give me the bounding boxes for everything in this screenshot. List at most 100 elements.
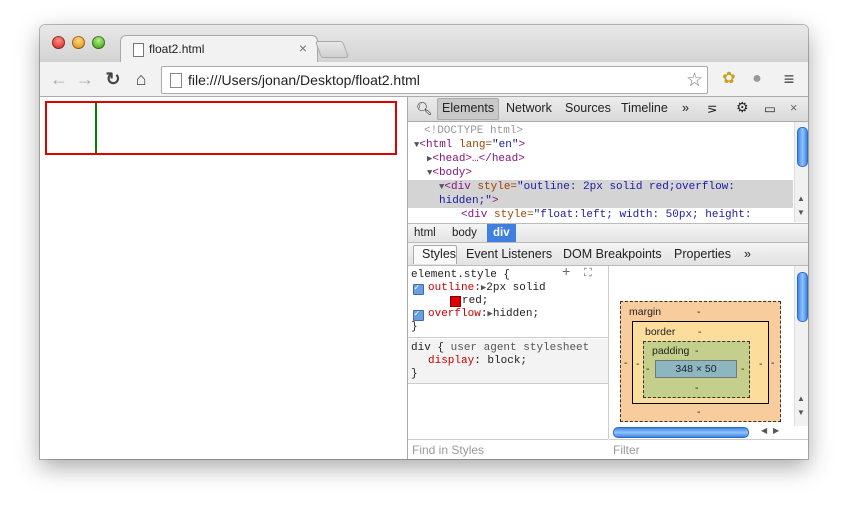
console-drawer-icon[interactable]: ⋝ <box>707 101 717 116</box>
toggle-state-icon[interactable]: ⛶ <box>584 268 592 281</box>
border-right-value: - <box>759 358 763 370</box>
scroll-down-icon[interactable]: ▼ <box>797 208 805 217</box>
rule-separator <box>408 337 608 338</box>
scroll-up-icon[interactable]: ▲ <box>797 394 805 403</box>
metrics-scroll-thumb[interactable] <box>797 272 808 322</box>
html-node[interactable]: ▼<html lang="en"> <box>414 138 525 152</box>
div-float-node[interactable]: <div style="float:left; width: 50px; hei… <box>461 208 751 222</box>
styles-pane: element.style { + ⛶ outline:▶2px solid r… <box>408 266 609 439</box>
add-rule-plus-icon[interactable]: + <box>562 266 570 280</box>
scroll-right-icon[interactable]: ▶ <box>773 426 779 435</box>
dock-icon[interactable]: ▭ <box>764 101 776 116</box>
scroll-left-icon[interactable]: ◀ <box>761 426 767 435</box>
outline-declaration[interactable]: outline:▶2px solid <box>428 282 546 295</box>
extension-bubble-icon[interactable]: ● <box>746 68 768 90</box>
crumb-body[interactable]: body <box>446 224 483 242</box>
address-bar[interactable]: file:///Users/jonan/Desktop/float2.html … <box>161 66 708 94</box>
close-window-button[interactable] <box>52 36 65 49</box>
minimize-window-button[interactable] <box>72 36 85 49</box>
metrics-scrollbar[interactable]: ▲ ▼ <box>794 266 808 426</box>
devtools-toolbar: 🔍︎ Elements Network Sources Timeline » ⋝… <box>408 97 808 122</box>
tab-properties[interactable]: Properties <box>674 247 731 261</box>
dom-scrollbar[interactable]: ▲ ▼ <box>794 122 808 222</box>
display-property: display <box>428 355 475 367</box>
margin-top-value: - <box>697 306 701 318</box>
body-node[interactable]: ▼<body> <box>427 166 472 180</box>
home-icon[interactable]: ⌂ <box>130 68 152 90</box>
div-attr: style= <box>487 209 534 221</box>
tab-timeline[interactable]: Timeline <box>621 101 668 115</box>
outlined-div <box>45 101 397 155</box>
menu-icon[interactable]: ≡ <box>778 68 800 90</box>
url-text[interactable]: file:///Users/jonan/Desktop/float2.html <box>188 72 420 88</box>
ua-stylesheet-label: user agent stylesheet <box>450 342 590 354</box>
tab-title: float2.html <box>149 42 205 56</box>
more-tabs-chevron-icon[interactable]: » <box>682 101 689 115</box>
bookmark-star-icon[interactable]: ☆ <box>686 69 703 92</box>
head-tag: <head>…</head> <box>432 153 525 165</box>
div-selector: div { user agent stylesheet <box>411 342 589 355</box>
display-declaration: display: block; <box>428 355 528 367</box>
margin-bottom-value: - <box>697 406 701 418</box>
border-left-value: - <box>636 358 640 370</box>
new-tab-button[interactable] <box>314 41 350 58</box>
overflow-declaration[interactable]: overflow:▶hidden; <box>428 308 539 321</box>
find-in-styles-input[interactable]: Find in Styles <box>408 439 608 459</box>
div-tag-close: > <box>491 195 499 207</box>
html-tag: <html <box>419 139 453 151</box>
crumb-div[interactable]: div <box>487 224 516 242</box>
tab-event-listeners[interactable]: Event Listeners <box>466 247 552 261</box>
forward-arrow-icon[interactable]: → <box>74 68 96 90</box>
scroll-up-icon[interactable]: ▲ <box>797 194 805 203</box>
gear-icon[interactable]: ⚙ <box>736 99 749 116</box>
close-devtools-icon[interactable]: × <box>790 101 797 115</box>
reload-icon[interactable]: ↻ <box>102 68 124 90</box>
maximize-window-button[interactable] <box>92 36 105 49</box>
padding-bottom-value: - <box>695 382 699 394</box>
close-brace: } <box>411 368 418 380</box>
tab-close-icon[interactable]: × <box>299 40 307 56</box>
more-sidebar-tabs-icon[interactable]: » <box>744 247 751 261</box>
margin-left-value: - <box>624 357 628 369</box>
scroll-down-icon[interactable]: ▼ <box>797 408 805 417</box>
html-tag-close: > <box>518 139 526 151</box>
head-node[interactable]: ▶<head>…</head> <box>427 152 525 166</box>
sidebar-tabs: Styles Event Listeners DOM Breakpoints P… <box>408 243 808 266</box>
floated-div <box>47 103 97 153</box>
margin-box: margin - - - border - - - - padding - - … <box>620 301 781 422</box>
red-color-swatch[interactable] <box>450 296 461 307</box>
tab-network[interactable]: Network <box>506 101 552 115</box>
border-box: border - - - - padding - - - - 348 × 50 <box>632 321 769 404</box>
dom-scroll-thumb[interactable] <box>797 127 808 167</box>
page-icon <box>133 43 144 57</box>
back-arrow-icon[interactable]: ← <box>48 68 70 90</box>
crumb-html[interactable]: html <box>408 224 442 242</box>
display-value: block; <box>487 355 528 367</box>
file-page-icon <box>170 73 182 88</box>
filter-input[interactable]: Filter <box>609 439 808 459</box>
browser-tab[interactable]: float2.html × <box>120 35 318 64</box>
div-tag: <div <box>444 181 471 193</box>
margin-label: margin <box>629 306 662 318</box>
content-box: 348 × 50 <box>655 360 737 378</box>
metrics-horizontal-scrollbar[interactable]: ◀ ▶ <box>613 426 781 439</box>
overflow-checkbox[interactable] <box>413 308 424 321</box>
outline-checkbox[interactable] <box>413 282 424 295</box>
tab-styles[interactable]: Styles <box>422 247 456 261</box>
tab-elements[interactable]: Elements <box>442 101 494 115</box>
padding-right-value: - <box>741 363 745 375</box>
tab-dom-breakpoints[interactable]: DOM Breakpoints <box>563 247 662 261</box>
outline-value: 2px solid <box>486 282 546 294</box>
element-style-selector: element.style { <box>411 269 511 281</box>
content-size-value: 348 × 50 <box>675 363 717 375</box>
dom-tree[interactable]: <!DOCTYPE html> ▼<html lang="en"> ▶<head… <box>408 122 793 222</box>
border-label: border <box>645 326 676 338</box>
html-attr: lang= <box>452 139 493 151</box>
extension-basket-icon[interactable]: ✿ <box>718 68 740 90</box>
search-icon[interactable]: 🔍︎ <box>416 101 433 117</box>
devtools-panel: 🔍︎ Elements Network Sources Timeline » ⋝… <box>407 97 808 459</box>
div-outline-node[interactable]: ▼<div style="outline: 2px solid red;over… <box>439 180 735 194</box>
tab-sources[interactable]: Sources <box>565 101 611 115</box>
doctype-node[interactable]: <!DOCTYPE html> <box>424 124 523 138</box>
horizontal-scroll-thumb[interactable] <box>613 427 749 438</box>
